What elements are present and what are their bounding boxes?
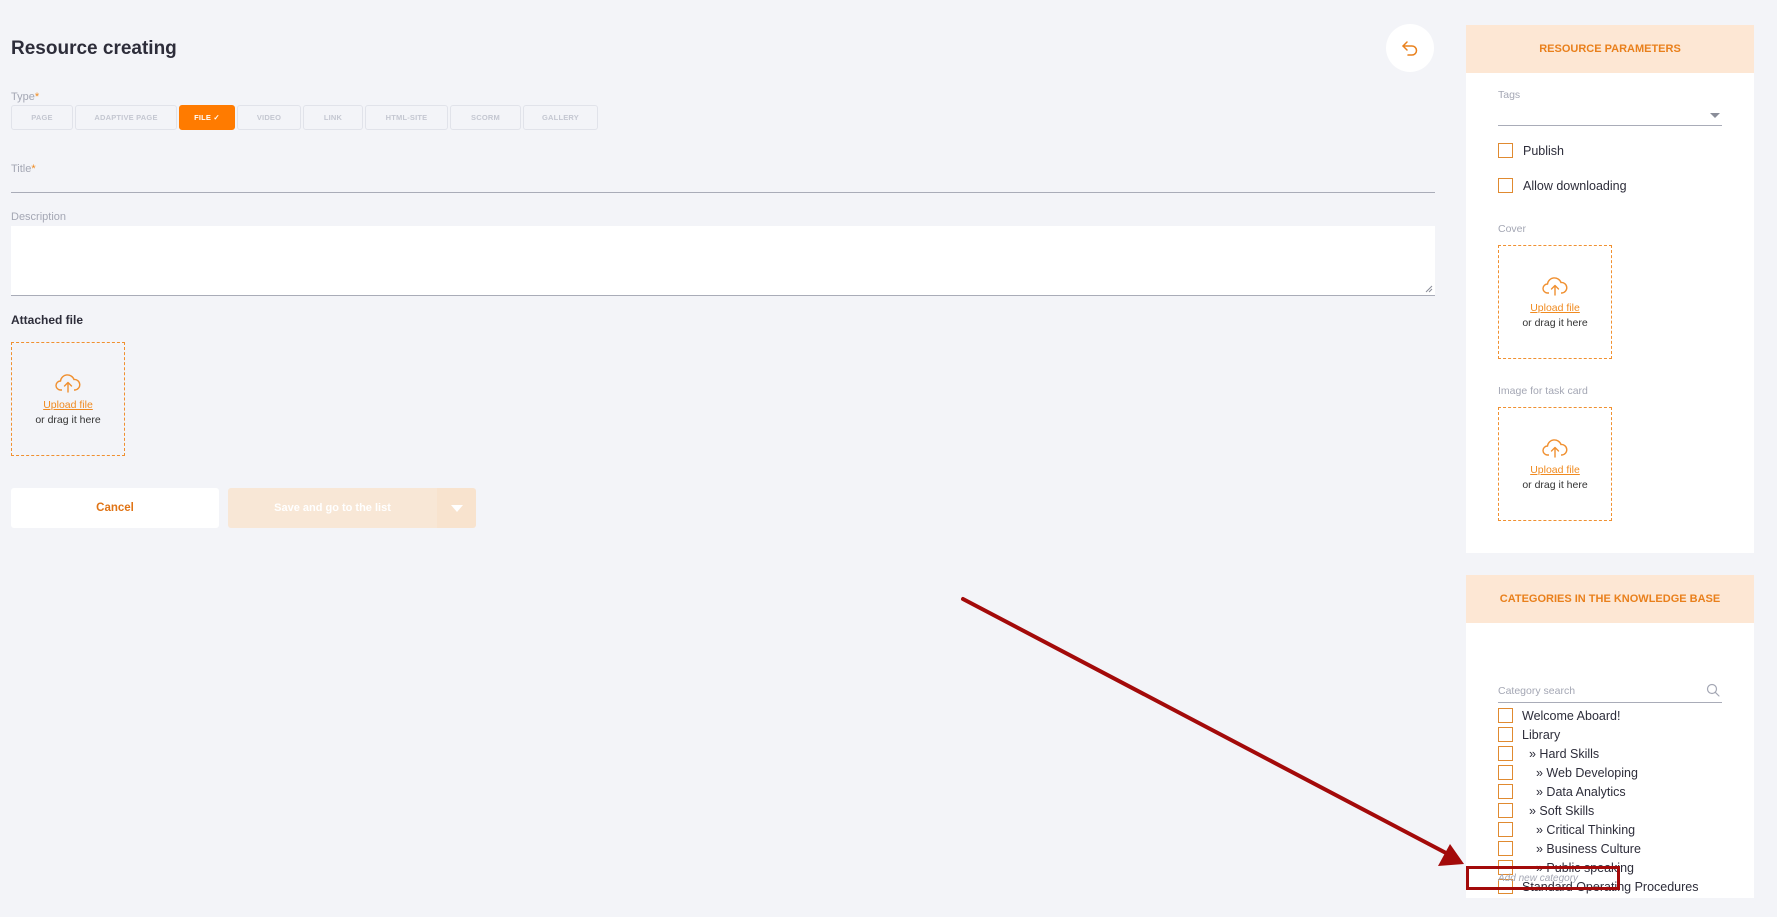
publish-checkbox-row[interactable]: Publish: [1498, 143, 1564, 158]
category-search-input[interactable]: [1498, 681, 1698, 701]
cover-dropzone[interactable]: Upload file or drag it here: [1498, 245, 1612, 359]
tab-gallery[interactable]: GALLERY: [523, 105, 598, 130]
tags-dropdown-icon[interactable]: [1710, 113, 1720, 118]
tags-label: Tags: [1498, 89, 1521, 101]
sidebar: RESOURCE PARAMETERS Tags Publish Allow d…: [1466, 25, 1754, 898]
type-tabs: PAGE ADAPTIVE PAGE FILE ✓ VIDEO LINK HTM…: [11, 105, 600, 130]
category-search[interactable]: [1498, 681, 1722, 703]
resize-handle-icon[interactable]: [1425, 285, 1433, 293]
categories-header: CATEGORIES IN THE KNOWLEDGE BASE: [1466, 575, 1754, 623]
category-checkbox[interactable]: [1498, 765, 1513, 780]
category-item[interactable]: » Business Culture: [1498, 839, 1699, 858]
main-form: Resource creating Type* PAGE ADAPTIVE PA…: [11, 0, 1435, 917]
title-label: Title*: [11, 163, 36, 175]
category-item[interactable]: » Critical Thinking: [1498, 820, 1699, 839]
search-icon[interactable]: [1706, 683, 1720, 697]
back-button[interactable]: [1386, 24, 1434, 72]
page-title: Resource creating: [11, 38, 177, 59]
resource-parameters-panel: Tags Publish Allow downloading Cover Upl…: [1466, 73, 1754, 553]
category-item[interactable]: Library: [1498, 725, 1699, 744]
cover-label: Cover: [1498, 223, 1527, 235]
tab-link[interactable]: LINK: [303, 105, 363, 130]
undo-arrow-icon: [1402, 41, 1418, 56]
drag-hint: or drag it here: [1522, 316, 1588, 329]
attached-file-dropzone[interactable]: Upload file or drag it here: [11, 342, 125, 456]
task-card-image-label: Image for task card: [1498, 385, 1588, 397]
cloud-upload-icon: [55, 373, 81, 393]
upload-file-link[interactable]: Upload file: [43, 399, 93, 411]
add-new-category-field[interactable]: [1466, 866, 1620, 890]
tab-video[interactable]: VIDEO: [237, 105, 301, 130]
category-checkbox[interactable]: [1498, 727, 1513, 742]
upload-file-link[interactable]: Upload file: [1530, 302, 1580, 314]
category-checkbox[interactable]: [1498, 841, 1513, 856]
description-label: Description: [11, 211, 67, 223]
description-textarea[interactable]: [11, 226, 1435, 296]
category-checkbox[interactable]: [1498, 746, 1513, 761]
category-checkbox[interactable]: [1498, 803, 1513, 818]
tab-file[interactable]: FILE ✓: [179, 105, 235, 130]
task-card-image-dropzone[interactable]: Upload file or drag it here: [1498, 407, 1612, 521]
publish-checkbox[interactable]: [1498, 143, 1513, 158]
tab-scorm[interactable]: SCORM: [450, 105, 521, 130]
save-options-dropdown[interactable]: [437, 488, 476, 528]
categories-panel: Welcome Aboard! Library » Hard Skills » …: [1466, 623, 1754, 898]
type-label: Type*: [11, 91, 40, 103]
publish-label: Publish: [1523, 143, 1564, 158]
upload-file-link[interactable]: Upload file: [1530, 464, 1580, 476]
allow-downloading-checkbox[interactable]: [1498, 178, 1513, 193]
category-checkbox[interactable]: [1498, 822, 1513, 837]
category-item[interactable]: » Web Developing: [1498, 763, 1699, 782]
category-item[interactable]: » Data Analytics: [1498, 782, 1699, 801]
tab-adaptive-page[interactable]: ADAPTIVE PAGE: [75, 105, 177, 130]
tab-html-site[interactable]: HTML-SITE: [365, 105, 448, 130]
drag-hint: or drag it here: [35, 413, 101, 426]
category-item[interactable]: » Soft Skills: [1498, 801, 1699, 820]
allow-downloading-label: Allow downloading: [1523, 178, 1627, 193]
category-checkbox[interactable]: [1498, 708, 1513, 723]
allow-downloading-checkbox-row[interactable]: Allow downloading: [1498, 178, 1627, 193]
cloud-upload-icon: [1542, 438, 1568, 458]
drag-hint: or drag it here: [1522, 478, 1588, 491]
resource-parameters-header: RESOURCE PARAMETERS: [1466, 25, 1754, 73]
title-input[interactable]: [11, 192, 1435, 193]
chevron-down-icon: [450, 504, 463, 512]
save-button[interactable]: Save and go to the list: [228, 488, 437, 528]
category-checkbox[interactable]: [1498, 784, 1513, 799]
cloud-upload-icon: [1542, 276, 1568, 296]
category-item[interactable]: » Hard Skills: [1498, 744, 1699, 763]
cancel-button[interactable]: Cancel: [11, 488, 219, 528]
tab-page[interactable]: PAGE: [11, 105, 73, 130]
add-new-category-input[interactable]: [1498, 872, 1608, 884]
attached-file-label: Attached file: [11, 313, 84, 327]
category-item[interactable]: Welcome Aboard!: [1498, 706, 1699, 725]
tags-select[interactable]: [1498, 125, 1722, 126]
